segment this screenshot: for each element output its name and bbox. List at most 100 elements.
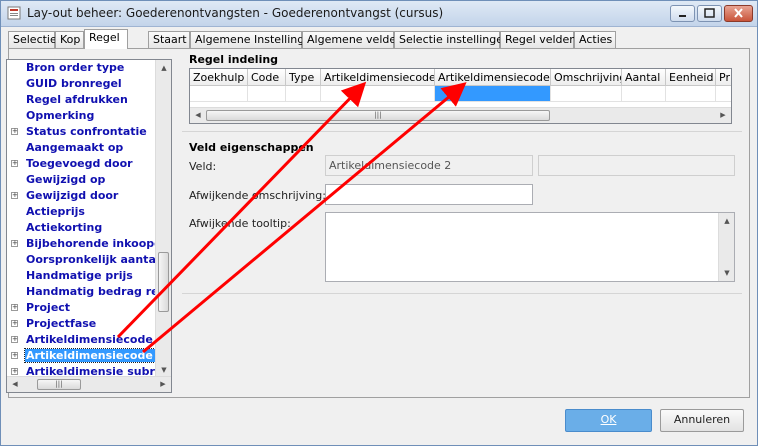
tree-item-label: Oorspronkelijk aantal l: [26, 253, 168, 266]
grid-cell[interactable]: [190, 86, 248, 102]
expand-plus-icon[interactable]: +: [11, 352, 18, 359]
grid-cell[interactable]: [716, 86, 731, 102]
tree-horizontal-scrollbar[interactable]: ◀ ||| ▶: [7, 376, 171, 392]
tree-item-label: Aangemaakt op: [26, 141, 124, 154]
tree-item[interactable]: + Status confrontatie: [7, 124, 157, 140]
scroll-up-icon[interactable]: ▲: [156, 60, 171, 76]
tree-item[interactable]: + Project: [7, 300, 157, 316]
grid-header-eenheid[interactable]: Eenheid: [666, 69, 716, 86]
tree-item[interactable]: Aangemaakt op: [7, 140, 157, 156]
tree-item-label: Regel afdrukken: [26, 93, 128, 106]
expand-plus-icon[interactable]: +: [11, 160, 18, 167]
tree-item[interactable]: Regel afdrukken: [7, 92, 157, 108]
tree-item[interactable]: + Bijbehorende inkoopor: [7, 236, 167, 252]
afwijkende-omschrijving-label: Afwijkende omschrijving:: [189, 189, 326, 202]
tree-item[interactable]: Gewijzigd op: [7, 172, 157, 188]
tab-regel-velden[interactable]: Regel velden: [500, 31, 576, 48]
grid-header-prijs[interactable]: Prijs: [716, 69, 731, 86]
veld-label: Veld:: [189, 160, 217, 173]
grid-cell-selected[interactable]: [435, 86, 551, 102]
tree-item-label: GUID bronregel: [26, 77, 122, 90]
tree-item[interactable]: + Artikeldimensiecode 1: [7, 332, 164, 348]
tree-item-label: Project: [26, 301, 71, 314]
grid-header-omschrijving[interactable]: Omschrijving: [551, 69, 622, 86]
layout-beheer-window: Lay-out beheer: Goederenontvangsten - Go…: [0, 0, 758, 446]
afwijkende-tooltip-textarea[interactable]: ▲ ▼: [325, 212, 735, 282]
tree-hscroll-thumb[interactable]: |||: [37, 379, 81, 390]
scroll-left-icon[interactable]: ◀: [190, 107, 206, 123]
scroll-right-icon[interactable]: ▶: [155, 376, 171, 392]
tab-acties[interactable]: Acties: [574, 31, 616, 48]
title-bar[interactable]: Lay-out beheer: Goederenontvangsten - Go…: [1, 1, 757, 27]
tree-item[interactable]: Bron order type: [7, 60, 157, 76]
tree-item[interactable]: Handmatig bedrag rege: [7, 284, 171, 300]
expand-plus-icon[interactable]: +: [11, 304, 18, 311]
tree-item-selected[interactable]: + Artikeldimensiecode 2: [7, 348, 167, 364]
grid-cell[interactable]: [551, 86, 622, 102]
section-divider: [182, 293, 742, 294]
grid-header-artikeldimensiecode-2[interactable]: Artikeldimensiecode 2: [435, 69, 551, 86]
tab-selectie-instellingen[interactable]: Selectie instellingen: [394, 31, 510, 48]
tree-item-label: Opmerking: [26, 109, 95, 122]
grid-header-aantal[interactable]: Aantal: [622, 69, 666, 86]
tree-scroll-thumb[interactable]: [158, 252, 169, 312]
grid-horizontal-scrollbar[interactable]: ◀ ||| ▶: [190, 107, 731, 123]
tree-item[interactable]: GUID bronregel: [7, 76, 157, 92]
scroll-down-icon[interactable]: ▼: [719, 265, 734, 281]
tab-kop[interactable]: Kop: [55, 31, 84, 48]
expand-plus-icon[interactable]: +: [11, 192, 18, 199]
tab-algemene-velden[interactable]: Algemene velden: [302, 31, 403, 48]
expand-plus-icon[interactable]: +: [11, 240, 18, 247]
grid-cell[interactable]: [286, 86, 321, 102]
tree-item-label: Handmatig bedrag rege: [26, 285, 172, 298]
tree-item[interactable]: + Toegevoegd door: [7, 156, 157, 172]
grid-header-zoekhulp[interactable]: Zoekhulp: [190, 69, 248, 86]
tree-item[interactable]: + Gewijzigd door: [7, 188, 157, 204]
minimize-button[interactable]: [670, 5, 695, 22]
tree-item[interactable]: Handmatige prijs: [7, 268, 157, 284]
expand-plus-icon[interactable]: +: [11, 368, 18, 375]
tree-item-label: Projectfase: [26, 317, 97, 330]
tree-vertical-scrollbar[interactable]: ▲ ▼: [155, 60, 171, 378]
scroll-up-icon[interactable]: ▲: [719, 213, 734, 229]
grid-hscroll-thumb[interactable]: |||: [206, 110, 550, 121]
tab-regel[interactable]: Regel: [84, 29, 128, 49]
tab-selectie[interactable]: Selectie: [8, 31, 57, 48]
scroll-left-icon[interactable]: ◀: [7, 376, 23, 392]
regel-indeling-title: Regel indeling: [189, 53, 279, 66]
tree-item-label: Status confrontatie: [26, 125, 147, 138]
tab-algemene-instellingen[interactable]: Algemene Instellingen: [190, 31, 318, 48]
tree-item[interactable]: Opmerking: [7, 108, 157, 124]
tree-item-label: Toegevoegd door: [26, 157, 133, 170]
expand-plus-icon[interactable]: +: [11, 128, 18, 135]
grid-cell[interactable]: [321, 86, 435, 102]
field-tree[interactable]: Bron order type GUID bronregel Regel afdru…: [6, 59, 172, 393]
close-button[interactable]: [724, 5, 753, 22]
grid-header-code[interactable]: Code: [248, 69, 286, 86]
regel-indeling-grid[interactable]: Zoekhulp Code Type Artikeldimensiecode 1…: [189, 68, 732, 124]
maximize-button[interactable]: [697, 5, 722, 22]
tab-staart[interactable]: Staart: [148, 31, 190, 48]
tree-item-label: Bijbehorende inkoopor: [26, 237, 168, 250]
expand-plus-icon[interactable]: +: [11, 320, 18, 327]
grid-cell[interactable]: [666, 86, 716, 102]
expand-plus-icon[interactable]: +: [11, 336, 18, 343]
app-icon: [7, 6, 21, 20]
grid-header-type[interactable]: Type: [286, 69, 321, 86]
tree-item[interactable]: Oorspronkelijk aantal l: [7, 252, 167, 268]
section-divider: [182, 131, 742, 132]
grid-header-artikeldimensiecode-1[interactable]: Artikeldimensiecode 1: [321, 69, 435, 86]
tree-item-label: Artikeldimensiecode 1: [26, 333, 165, 346]
maximize-icon: [704, 8, 715, 18]
tooltip-vertical-scrollbar[interactable]: ▲ ▼: [718, 213, 734, 281]
scroll-right-icon[interactable]: ▶: [715, 107, 731, 123]
afwijkende-omschrijving-input[interactable]: [325, 184, 533, 205]
cancel-button[interactable]: Annuleren: [660, 409, 744, 432]
grid-cell[interactable]: [622, 86, 666, 102]
grid-cell[interactable]: [248, 86, 286, 102]
tree-item[interactable]: Actieprijs: [7, 204, 157, 220]
ok-button[interactable]: OK: [565, 409, 652, 432]
tree-item-label: Actiekorting: [26, 221, 103, 234]
tree-item[interactable]: + Projectfase: [7, 316, 157, 332]
tree-item[interactable]: Actiekorting: [7, 220, 157, 236]
